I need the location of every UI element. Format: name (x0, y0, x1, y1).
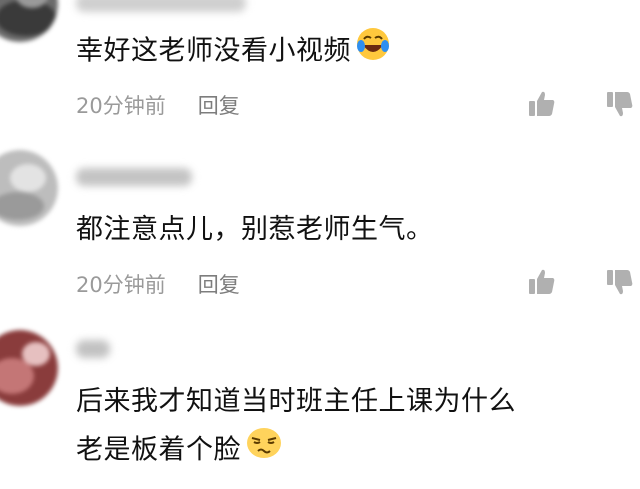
comment-text: 后来我才知道当时班主任上课为什么 老是板着个脸 (76, 378, 516, 476)
thumb-down-icon[interactable] (604, 266, 638, 300)
comment-text: 都注意点儿，别惹老师生气。 (76, 214, 434, 245)
reply-button[interactable]: 回复 (198, 269, 240, 299)
thumb-down-icon[interactable] (604, 88, 638, 122)
comment-text-content: 老是板着个脸 (76, 434, 241, 466)
comment-text-line: 后来我才知道当时班主任上课为什么 (76, 386, 516, 417)
username[interactable] (76, 168, 192, 186)
timestamp: 20分钟前 (76, 94, 166, 118)
username[interactable] (76, 340, 110, 358)
username[interactable] (76, 0, 246, 12)
avatar[interactable] (0, 150, 58, 226)
thumb-up-icon[interactable] (526, 88, 560, 122)
comment-text: 幸好这老师没看小视频 (76, 26, 391, 78)
reply-button[interactable]: 回复 (198, 90, 240, 120)
thumb-up-icon[interactable] (526, 266, 560, 300)
comment-item: 后来我才知道当时班主任上课为什么 老是板着个脸 (0, 326, 640, 489)
comment-item: 都注意点儿，别惹老师生气。 20分钟前 回复 (0, 150, 640, 310)
avatar[interactable] (0, 0, 58, 42)
comment-text-line: 老是板着个脸 (76, 426, 516, 476)
unamused-emoji-icon (245, 426, 283, 476)
comment-meta: 20分钟前 回复 (76, 90, 240, 120)
timestamp: 20分钟前 (76, 273, 166, 297)
comment-item: 幸好这老师没看小视频 20分钟前 回复 (0, 0, 640, 140)
comment-text-content: 幸好这老师没看小视频 (76, 35, 351, 67)
laugh-cry-emoji-icon (355, 26, 391, 78)
avatar[interactable] (0, 330, 58, 406)
comment-meta: 20分钟前 回复 (76, 269, 240, 299)
